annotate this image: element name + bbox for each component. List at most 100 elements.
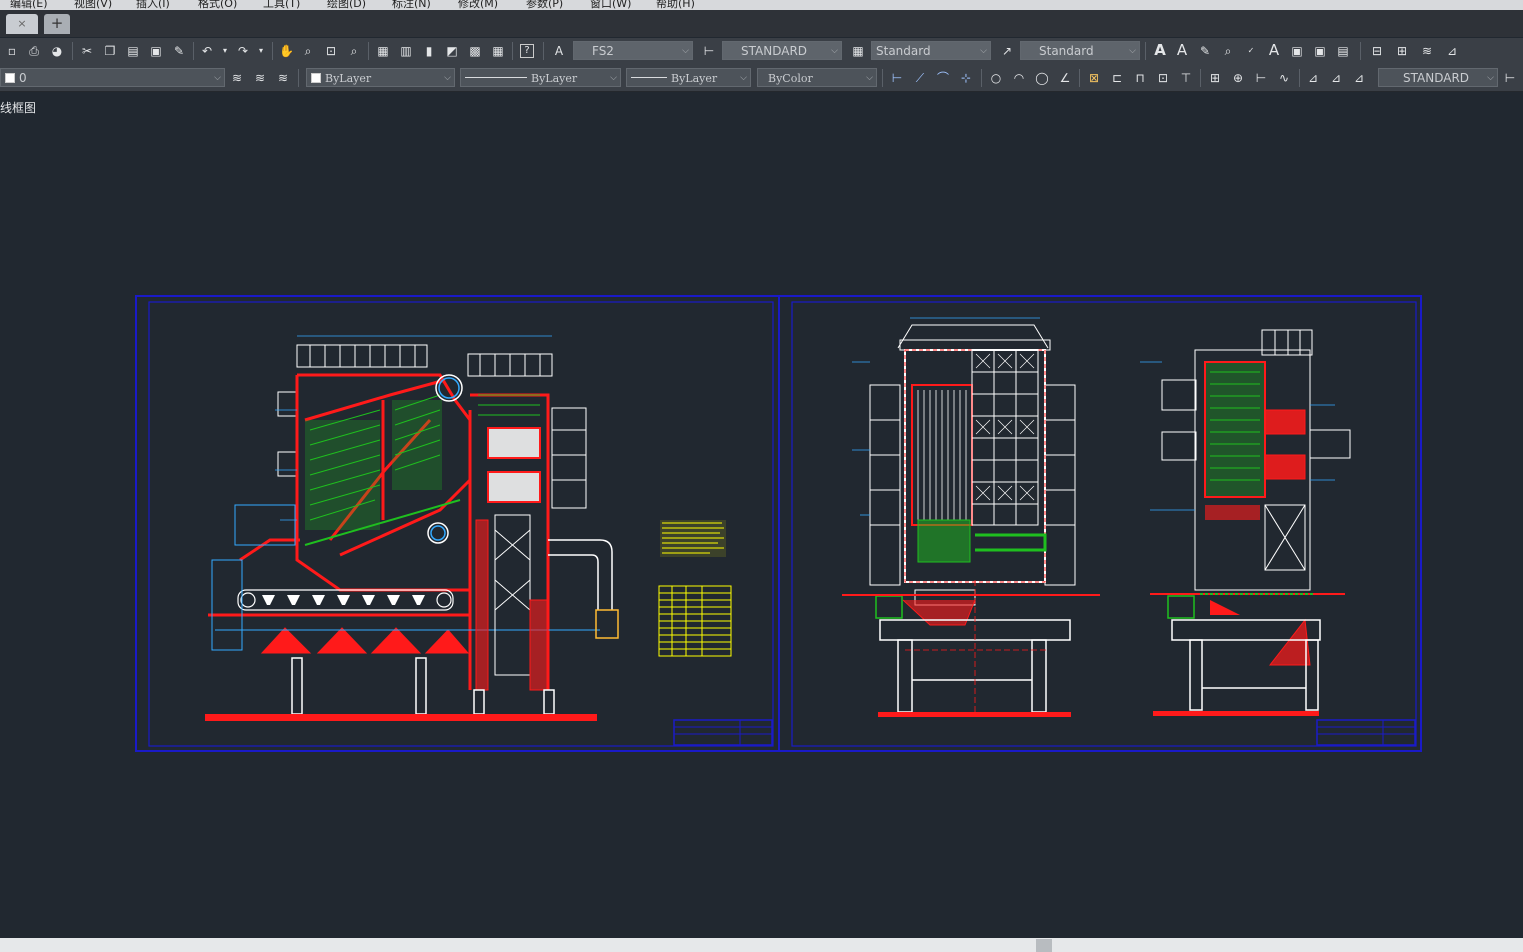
continue-dim-icon[interactable]: ⊓	[1133, 71, 1147, 85]
model-viewport[interactable]: 线框图	[0, 92, 1523, 938]
plot-style-dropdown[interactable]: ByColor ⌵	[757, 68, 877, 87]
dim-update-icon[interactable]: ⊿	[1352, 71, 1366, 85]
calculator-icon[interactable]: ▦	[491, 44, 505, 58]
center-mark-icon[interactable]: ⊕	[1231, 71, 1245, 85]
chevron-down-icon: ⌵	[444, 73, 451, 83]
menu-parameter[interactable]: 参数(P)	[526, 0, 563, 10]
aligned-dim-icon[interactable]: ⟋	[913, 71, 927, 85]
pan-icon[interactable]: ✋	[279, 44, 294, 58]
color-dropdown[interactable]: ByLayer ⌵	[306, 68, 455, 87]
new-tab-button[interactable]: +	[44, 14, 70, 34]
layer-isolate-icon[interactable]: ⊞	[1395, 44, 1409, 58]
mleader-style-dropdown[interactable]: Standard ⌵	[1020, 41, 1140, 60]
sheet-set-icon[interactable]: ◩	[445, 44, 459, 58]
chevron-down-icon: ⌵	[214, 73, 221, 83]
markup-icon[interactable]: ▩	[468, 44, 482, 58]
quick-dim-icon[interactable]: ⊠	[1087, 71, 1101, 85]
menu-help[interactable]: 帮助(H)	[656, 0, 695, 10]
toolbar-separator	[72, 42, 73, 60]
menu-dimension[interactable]: 标注(N)	[392, 0, 431, 10]
match-prop-icon[interactable]: ▣	[149, 44, 163, 58]
chevron-down-icon: ⌵	[610, 73, 617, 83]
chevron-down-icon: ⌵	[866, 73, 873, 83]
menu-insert[interactable]: 插入(I)	[136, 0, 170, 10]
tolerance-icon[interactable]: ⊞	[1208, 71, 1222, 85]
toolbar-separator	[368, 42, 369, 60]
scale-text-icon[interactable]: ▣	[1290, 44, 1304, 58]
layer-match-icon[interactable]: ⊿	[1445, 44, 1459, 58]
zoom-prev-icon[interactable]: ⌕	[347, 44, 361, 58]
toolbar-separator	[1360, 42, 1361, 60]
chevron-down-icon: ⌵	[1129, 46, 1136, 56]
ordinate-dim-icon[interactable]: ⊹	[959, 71, 973, 85]
status-bar-grip[interactable]	[1036, 939, 1052, 952]
multiline-text-icon[interactable]: A	[1153, 43, 1167, 58]
new-icon[interactable]: ▫	[5, 44, 19, 58]
layer-color-swatch	[5, 73, 15, 83]
publish-icon[interactable]: ◕	[50, 44, 64, 58]
print-icon[interactable]: ⎙	[27, 44, 41, 58]
copy-icon[interactable]: ❐	[103, 44, 117, 58]
layer-dropdown[interactable]: 0 ⌵	[0, 68, 225, 87]
help-icon[interactable]: ?	[520, 44, 534, 58]
layer-properties-icon[interactable]: ≋	[276, 71, 290, 85]
dim-space-icon[interactable]: ⊡	[1156, 71, 1170, 85]
convert-units-icon[interactable]: ▤	[1336, 44, 1350, 58]
menu-tools[interactable]: 工具(T)	[263, 0, 300, 10]
menu-view[interactable]: 视图(V)	[74, 0, 112, 10]
edit-text-icon[interactable]: ✎	[1198, 44, 1212, 58]
brush-icon[interactable]: ✎	[172, 44, 186, 58]
zoom-icon[interactable]: ⌕	[301, 44, 315, 58]
dim-style-manager-icon[interactable]: ⊢	[1503, 71, 1517, 85]
radius-dim-icon[interactable]: ○	[989, 71, 1003, 85]
redo-icon[interactable]: ↷	[236, 44, 250, 58]
angular-dim-icon[interactable]: ∠	[1058, 71, 1072, 85]
inspection-icon[interactable]: ⊢	[1254, 71, 1268, 85]
arc-length-icon[interactable]: ⌒	[936, 71, 950, 85]
layer-previous-icon[interactable]: ≋	[253, 71, 267, 85]
cut-icon[interactable]: ✂	[80, 44, 94, 58]
layer-states-icon[interactable]: ≋	[1420, 44, 1434, 58]
menu-format[interactable]: 格式(O)	[198, 0, 237, 10]
dim-break-icon[interactable]: ⊤	[1179, 71, 1193, 85]
redo-dropdown-icon[interactable]: ▾	[254, 44, 268, 58]
make-current-layer-icon[interactable]: ≋	[230, 71, 244, 85]
single-line-text-icon[interactable]: A	[1175, 43, 1189, 58]
toolbar-separator	[272, 42, 273, 60]
tool-palette-icon[interactable]: ▮	[422, 44, 436, 58]
design-center-icon[interactable]: ▥	[399, 44, 413, 58]
spell-check-icon[interactable]: ✓	[1244, 44, 1258, 58]
zoom-window-icon[interactable]: ⊡	[324, 44, 338, 58]
table-style-value: Standard	[876, 44, 931, 58]
diameter-dim-icon[interactable]: ◯	[1035, 71, 1049, 85]
undo-icon[interactable]: ↶	[200, 44, 214, 58]
lineweight-preview	[631, 77, 667, 78]
menu-modify[interactable]: 修改(M)	[458, 0, 498, 10]
layer-walk-icon[interactable]: ⊟	[1370, 44, 1384, 58]
text-style-edit-icon[interactable]: A	[1267, 43, 1281, 58]
linear-dim-icon[interactable]: ⊢	[890, 71, 904, 85]
menu-window[interactable]: 窗口(W)	[590, 0, 631, 10]
dim-style-dropdown-2[interactable]: STANDARD ⌵	[1378, 68, 1498, 87]
paste-icon[interactable]: ▤	[126, 44, 140, 58]
dim-style-dropdown[interactable]: STANDARD ⌵	[722, 41, 842, 60]
lineweight-dropdown[interactable]: ByLayer ⌵	[626, 68, 751, 87]
properties-icon[interactable]: ▦	[376, 44, 390, 58]
menu-draw[interactable]: 绘图(D)	[327, 0, 366, 10]
jogged-linear-icon[interactable]: ∿	[1277, 71, 1291, 85]
jogged-dim-icon[interactable]: ◠	[1012, 71, 1026, 85]
linetype-preview	[465, 77, 527, 78]
chevron-down-icon: ⌵	[740, 73, 747, 83]
linetype-dropdown[interactable]: ByLayer ⌵	[460, 68, 621, 87]
justify-text-icon[interactable]: ▣	[1313, 44, 1327, 58]
text-style-dropdown[interactable]: FS2 ⌵	[573, 41, 693, 60]
table-style-dropdown[interactable]: Standard ⌵	[871, 41, 991, 60]
undo-dropdown-icon[interactable]: ▾	[218, 44, 232, 58]
dim-text-edit-icon[interactable]: ⊿	[1329, 71, 1343, 85]
chevron-down-icon: ⌵	[831, 46, 838, 56]
dim-edit-icon[interactable]: ⊿	[1306, 71, 1320, 85]
find-text-icon[interactable]: ⌕	[1221, 44, 1235, 58]
file-tab-close-button[interactable]: ×	[6, 14, 38, 34]
baseline-dim-icon[interactable]: ⊏	[1110, 71, 1124, 85]
menu-edit[interactable]: 编辑(E)	[10, 0, 48, 10]
